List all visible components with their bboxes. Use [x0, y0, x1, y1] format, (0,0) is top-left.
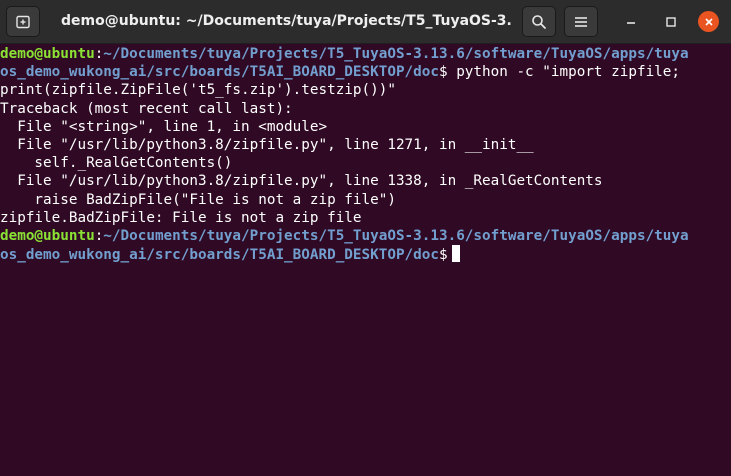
prompt-path: ~/Documents/tuya/Projects/T5_TuyaOS-3.13…: [103, 227, 689, 244]
output-line: File "/usr/lib/python3.8/zipfile.py", li…: [0, 136, 534, 153]
maximize-icon: [665, 16, 676, 27]
close-button[interactable]: [698, 11, 719, 32]
window-title: demo@ubuntu: ~/Documents/tuya/Projects/T…: [61, 13, 511, 29]
output-line: raise BadZipFile("File is not a zip file…: [0, 191, 396, 208]
prompt-line: demo@ubuntu:~/Documents/tuya/Projects/T5…: [0, 45, 731, 63]
output-line: File "<string>", line 1, in <module>: [0, 118, 328, 135]
output-line: self._RealGetContents(): [0, 155, 233, 172]
prompt-path-continued: os_demo_wukong_ai/src/boards/T5AI_BOARD_…: [0, 64, 439, 81]
prompt-user-host: demo@ubuntu: [0, 46, 95, 62]
prompt-path-continued: os_demo_wukong_ai/src/boards/T5AI_BOARD_…: [0, 247, 439, 264]
maximize-button[interactable]: [660, 11, 681, 32]
prompt-dollar: $: [438, 247, 448, 264]
search-icon: [532, 14, 546, 29]
menu-button[interactable]: [564, 6, 598, 37]
minimize-icon: [626, 21, 635, 24]
prompt-path: ~/Documents/tuya/Projects/T5_TuyaOS-3.13…: [103, 46, 689, 62]
new-tab-icon: [16, 15, 30, 28]
output-line: File "/usr/lib/python3.8/zipfile.py", li…: [0, 173, 603, 190]
search-button[interactable]: [522, 6, 556, 37]
command-text: python -c "import zipfile;: [447, 64, 680, 81]
prompt-colon: :: [94, 227, 104, 244]
text-cursor: [451, 245, 460, 263]
terminal-window: demo@ubuntu: ~/Documents/tuya/Projects/T…: [0, 0, 731, 476]
prompt-dollar: $: [438, 64, 448, 81]
new-tab-button[interactable]: [6, 6, 40, 37]
prompt-line: os_demo_wukong_ai/src/boards/T5AI_BOARD_…: [0, 63, 731, 81]
prompt-user-host: demo@ubuntu: [0, 227, 95, 244]
terminal-output[interactable]: demo@ubuntu:~/Documents/tuya/Projects/T5…: [0, 45, 731, 476]
prompt-line: os_demo_wukong_ai/src/boards/T5AI_BOARD_…: [0, 245, 731, 263]
hamburger-menu-icon: [575, 16, 587, 27]
prompt-colon: :: [94, 46, 104, 62]
prompt-line: demo@ubuntu:~/Documents/tuya/Projects/T5…: [0, 227, 731, 245]
title-bar[interactable]: demo@ubuntu: ~/Documents/tuya/Projects/T…: [0, 0, 731, 44]
close-icon: [704, 17, 713, 26]
output-line: zipfile.BadZipFile: File is not a zip fi…: [0, 209, 362, 226]
command-line: print(zipfile.ZipFile('t5_fs.zip').testz…: [0, 82, 396, 99]
minimize-button[interactable]: [620, 11, 641, 32]
output-line: Traceback (most recent call last):: [0, 100, 293, 117]
